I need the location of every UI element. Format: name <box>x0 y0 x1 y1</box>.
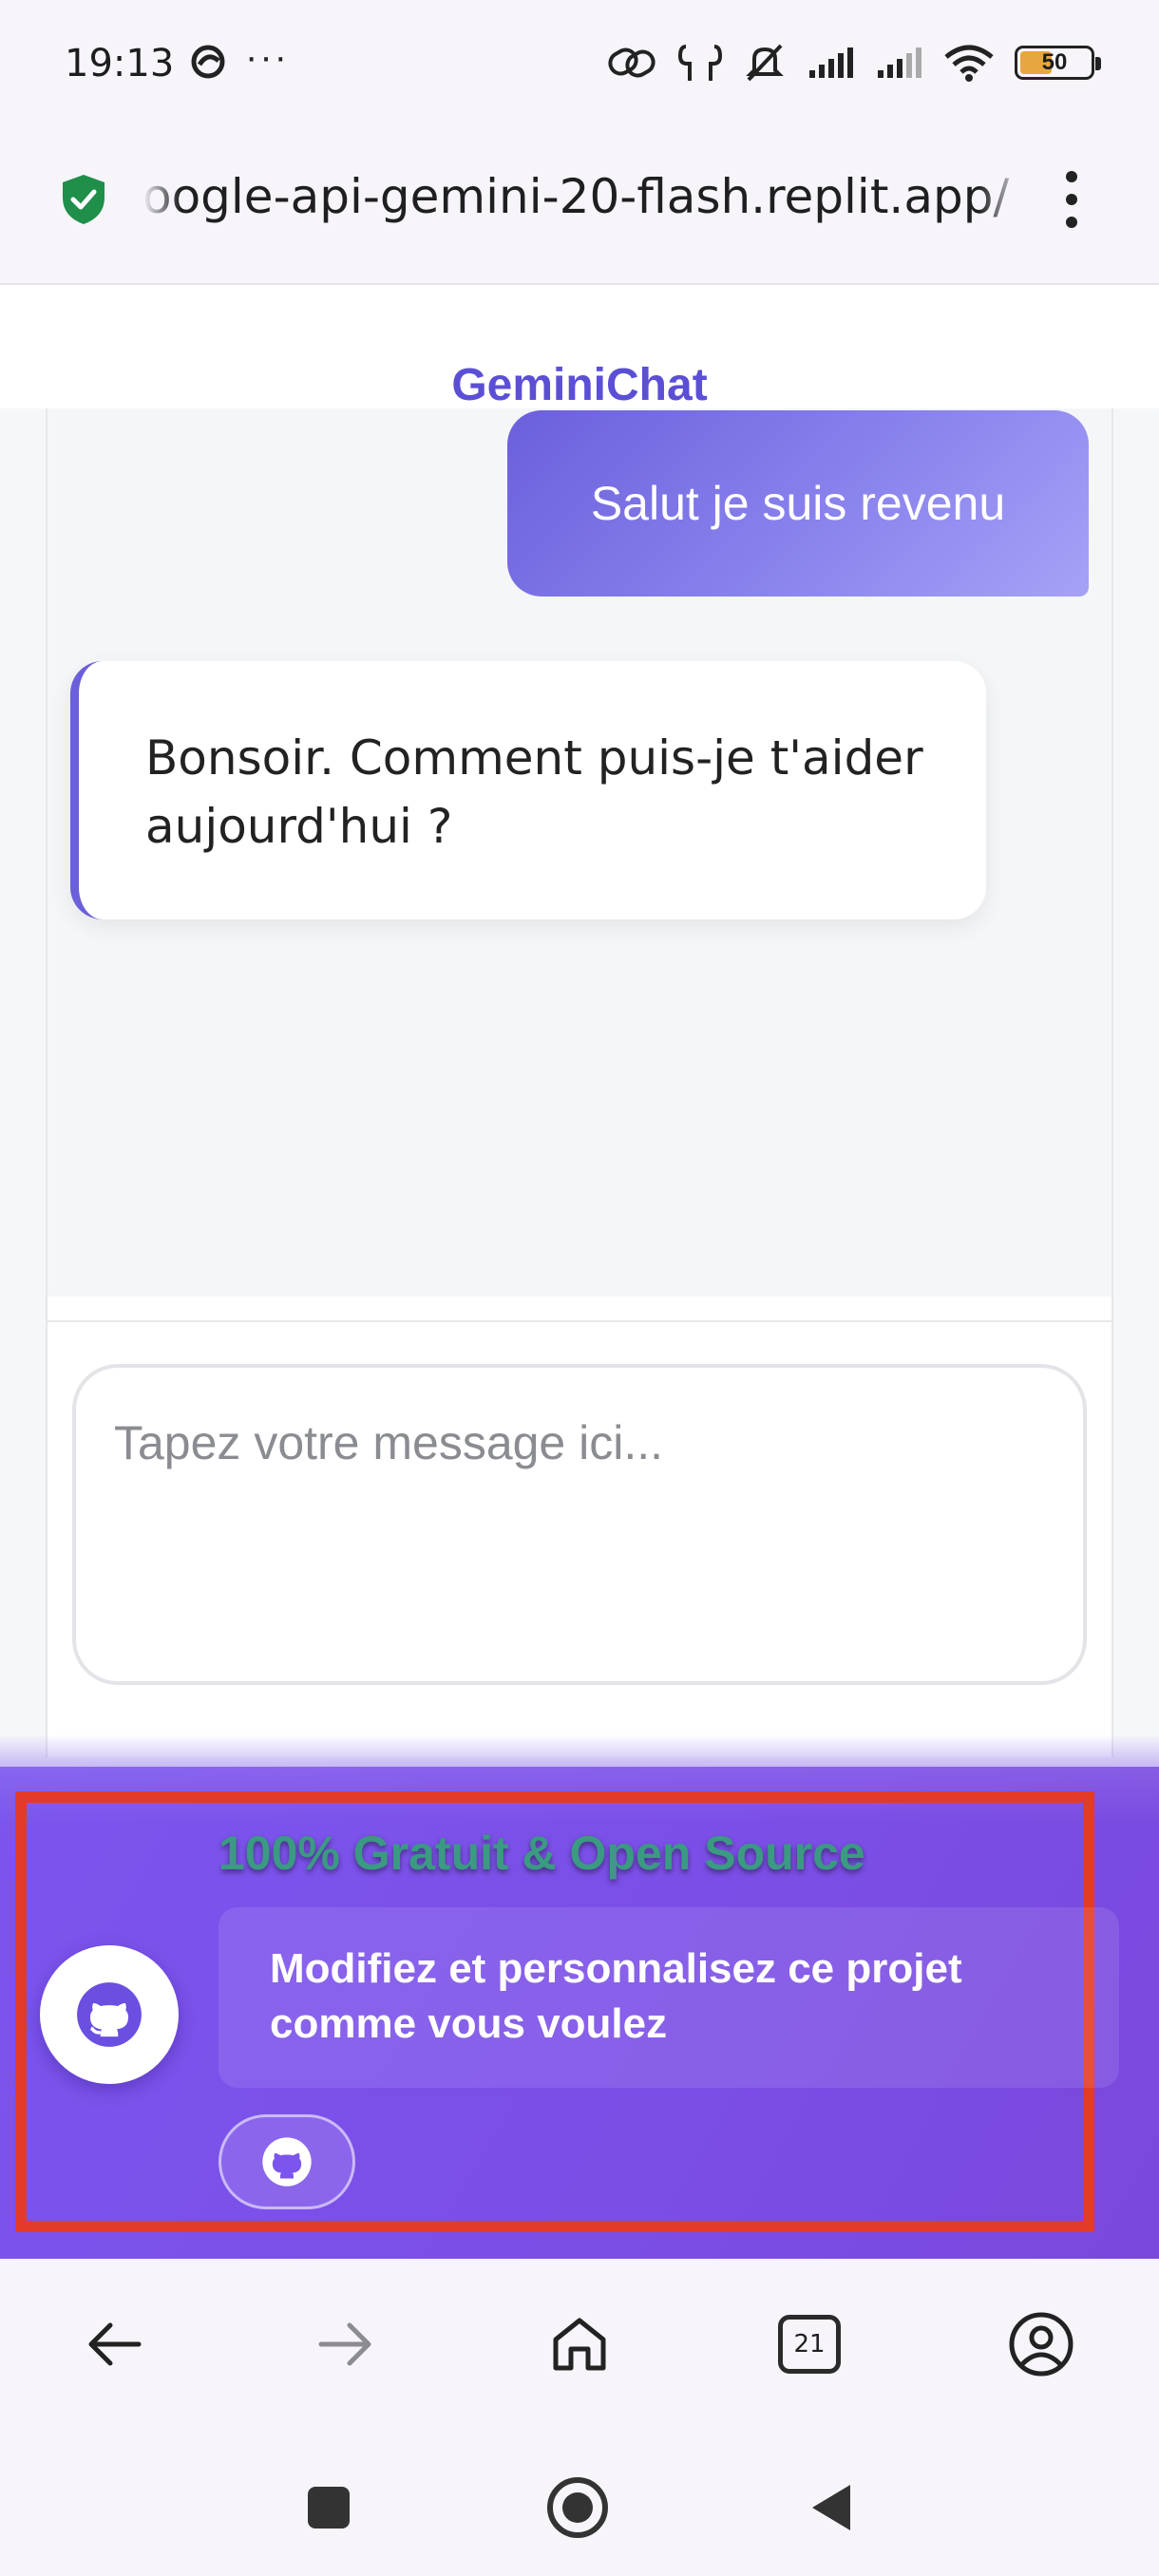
recents-button[interactable] <box>294 2473 363 2542</box>
app-brand-title[interactable]: GeminiChat <box>0 359 1159 411</box>
more-vert-icon[interactable] <box>1054 171 1089 228</box>
github-icon <box>77 1982 142 2047</box>
message-input[interactable] <box>72 1364 1087 1685</box>
assistant-message-bubble: Bonsoir. Comment puis-je t'aider aujourd… <box>70 661 986 919</box>
recents-square-icon <box>308 2487 350 2529</box>
status-icons: 50 <box>606 42 1101 84</box>
battery-percent: 50 <box>1041 49 1068 75</box>
system-back-button[interactable] <box>796 2473 864 2542</box>
shield-icon[interactable] <box>61 173 106 226</box>
notification-more: ··· <box>245 36 289 78</box>
status-time: 19:13 <box>65 42 175 85</box>
battery-icon: 50 <box>1015 46 1101 80</box>
github-repo-button[interactable] <box>218 2114 355 2209</box>
user-message-bubble: Salut je suis revenu <box>507 410 1089 597</box>
github-icon <box>262 2137 312 2187</box>
back-button[interactable] <box>74 2304 154 2384</box>
signal-icon <box>878 47 922 78</box>
back-triangle-icon <box>812 2485 850 2530</box>
link-icon <box>608 47 656 78</box>
signal-icon <box>809 47 853 78</box>
home-button[interactable] <box>540 2304 619 2384</box>
home-circle-icon <box>547 2477 608 2538</box>
tab-count: 21 <box>793 2330 826 2358</box>
mute-icon <box>746 44 784 82</box>
input-divider <box>48 1320 1112 1322</box>
forward-arrow-icon <box>318 2322 371 2366</box>
forward-button[interactable] <box>306 2304 386 2384</box>
home-icon <box>553 2318 606 2371</box>
wifi-icon <box>944 45 994 82</box>
banner-title: 100% Gratuit & Open Source <box>218 1827 865 1880</box>
url-field[interactable]: oogle-api-gemini-20-flash.replit.app/c <box>142 169 1011 224</box>
github-link-button[interactable] <box>40 1945 179 2084</box>
account-button[interactable] <box>1001 2304 1081 2384</box>
earbuds-icon <box>678 45 722 81</box>
tabs-icon: 21 <box>778 2315 841 2374</box>
system-home-button[interactable] <box>543 2473 612 2542</box>
edge-icon <box>191 45 225 79</box>
account-icon <box>1009 2312 1074 2377</box>
banner-description: Modifiez et personnalisez ce projet comm… <box>218 1907 1119 2088</box>
back-arrow-icon <box>88 2322 142 2366</box>
tabs-button[interactable]: 21 <box>770 2304 849 2384</box>
